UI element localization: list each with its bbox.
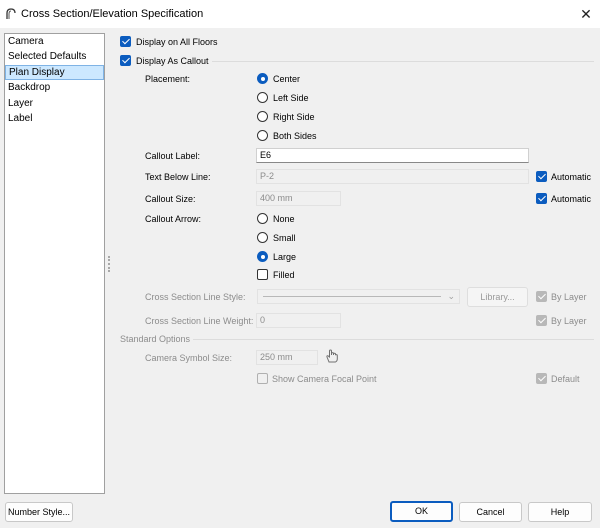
arrow-filled-checkbox[interactable] <box>257 269 268 280</box>
title-bar: Cross Section/Elevation Specification ✕ <box>0 0 600 28</box>
library-button[interactable]: Library... <box>467 287 528 307</box>
callout-label-input[interactable]: E6 <box>256 148 529 163</box>
callout-size-label: Callout Size: <box>145 194 196 204</box>
placement-center-label: Center <box>273 74 301 84</box>
line-weight-label: Cross Section Line Weight: <box>145 316 254 326</box>
line-style-dropdown[interactable]: ⌄ <box>257 289 460 304</box>
placement-both-label: Both Sides <box>273 131 317 141</box>
default-checkbox[interactable] <box>536 373 547 384</box>
callout-arrow-label: Callout Arrow: <box>145 214 202 224</box>
help-button[interactable]: Help <box>528 502 592 522</box>
sidebar-item-camera[interactable]: Camera <box>5 34 104 49</box>
close-icon[interactable]: ✕ <box>578 6 594 22</box>
text-below-automatic-label: Automatic <box>551 172 592 182</box>
show-focal-point-checkbox[interactable] <box>257 373 268 384</box>
display-as-callout-label: Display As Callout <box>136 56 209 66</box>
display-as-callout-checkbox[interactable] <box>120 55 131 66</box>
arrow-large-label: Large <box>273 252 297 262</box>
ok-button[interactable]: OK <box>390 501 453 522</box>
app-arch-icon <box>6 8 16 19</box>
panel-splitter[interactable] <box>108 256 110 272</box>
line-style-preview <box>263 296 441 297</box>
sidebar-item-selected-defaults[interactable]: Selected Defaults <box>5 49 104 64</box>
window-title: Cross Section/Elevation Specification <box>21 8 204 20</box>
line-weight-input[interactable]: 0 <box>256 313 341 328</box>
arrow-large-radio[interactable] <box>257 251 268 262</box>
callout-label-label: Callout Label: <box>145 151 201 161</box>
default-label: Default <box>551 374 580 384</box>
placement-both-radio[interactable] <box>257 130 268 141</box>
camera-symbol-size-label: Camera Symbol Size: <box>145 353 233 363</box>
arrow-none-label: None <box>273 214 295 224</box>
category-sidebar: Camera Selected Defaults Plan Display Ba… <box>4 33 105 494</box>
callout-size-input[interactable]: 400 mm <box>256 191 341 206</box>
placement-right-radio[interactable] <box>257 111 268 122</box>
text-below-automatic-checkbox[interactable] <box>536 171 547 182</box>
callout-size-automatic-checkbox[interactable] <box>536 193 547 204</box>
sidebar-item-label[interactable]: Label <box>5 111 104 126</box>
group-divider <box>212 61 594 62</box>
text-below-line-label: Text Below Line: <box>145 172 211 182</box>
arrow-filled-label: Filled <box>273 270 295 280</box>
arrow-small-radio[interactable] <box>257 232 268 243</box>
display-all-floors-checkbox[interactable] <box>120 36 131 47</box>
cancel-button[interactable]: Cancel <box>459 502 522 522</box>
placement-label: Placement: <box>145 74 191 84</box>
arrow-small-label: Small <box>273 233 296 243</box>
camera-symbol-size-input[interactable]: 250 mm <box>256 350 318 365</box>
hand-pointer-icon[interactable] <box>324 348 340 364</box>
display-all-floors-label: Display on All Floors <box>136 37 218 47</box>
placement-right-label: Right Side <box>273 112 315 122</box>
number-style-button[interactable]: Number Style... <box>5 502 73 522</box>
sidebar-item-plan-display[interactable]: Plan Display <box>5 64 104 81</box>
arrow-none-radio[interactable] <box>257 213 268 224</box>
callout-size-automatic-label: Automatic <box>551 194 592 204</box>
sidebar-item-layer[interactable]: Layer <box>5 96 104 111</box>
placement-left-radio[interactable] <box>257 92 268 103</box>
placement-left-label: Left Side <box>273 93 309 103</box>
line-style-by-layer-checkbox[interactable] <box>536 291 547 302</box>
line-weight-by-layer-label: By Layer <box>551 316 587 326</box>
line-style-by-layer-label: By Layer <box>551 292 587 302</box>
line-weight-by-layer-checkbox[interactable] <box>536 315 547 326</box>
sidebar-item-backdrop[interactable]: Backdrop <box>5 80 104 95</box>
placement-center-radio[interactable] <box>257 73 268 84</box>
chevron-down-icon: ⌄ <box>447 291 455 301</box>
standard-options-divider <box>193 339 594 340</box>
text-below-line-input[interactable]: P-2 <box>256 169 529 184</box>
line-style-label: Cross Section Line Style: <box>145 292 246 302</box>
standard-options-heading: Standard Options <box>120 334 191 344</box>
show-focal-point-label: Show Camera Focal Point <box>272 374 377 384</box>
